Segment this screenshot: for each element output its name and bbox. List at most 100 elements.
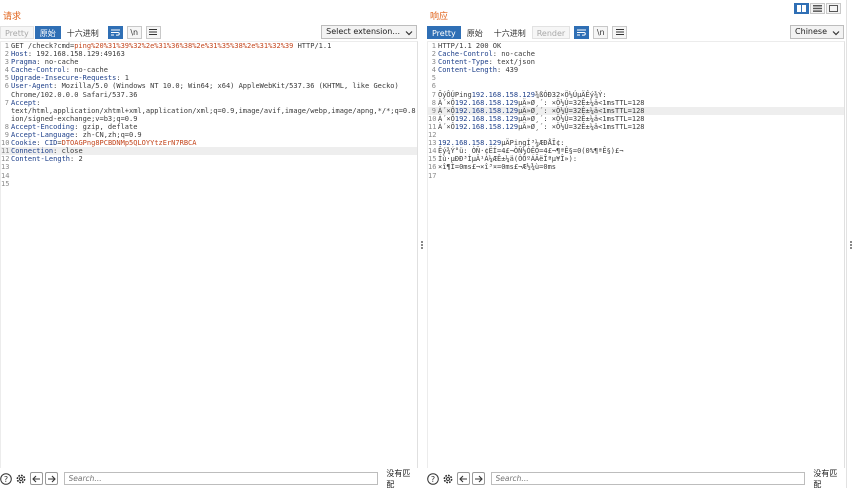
line-number: 9 bbox=[4, 131, 9, 140]
forward-arrow-icon[interactable] bbox=[44, 472, 58, 485]
line-number bbox=[1, 107, 9, 115]
wrap-lines-icon[interactable] bbox=[574, 25, 590, 39]
line-content: À´×Ô192.168.158.129µÄ»Ø¸´: ×Ö½Ú=32Ê±¼ä<1… bbox=[438, 107, 844, 115]
line-content: ×î¶Ì=0ms£¬×î³¤=0ms£¬Æ½¾ù=0ms bbox=[438, 163, 844, 171]
line-number: 8 bbox=[431, 98, 436, 107]
response-title: 响应 bbox=[430, 12, 449, 22]
line-content: ÕýÔÚPing192.168.158.129¾ßÓÐ32×Ö½ÚµÄÊý¾Ý: bbox=[438, 91, 844, 99]
request-editor[interactable]: 1 GET /check?cmd=ping%20%31%39%32%2e%31%3… bbox=[0, 41, 418, 468]
code-line: 1 GET /check?cmd=ping%20%31%39%32%2e%31%3… bbox=[1, 42, 417, 50]
line-number: 8 bbox=[4, 122, 9, 131]
code-token: CID bbox=[44, 139, 58, 148]
code-line: 8 Accept-Encoding: gzip, deflate bbox=[1, 123, 417, 131]
code-token: : no-cache bbox=[492, 50, 535, 59]
code-line: 1 HTTP/1.1 200 OK bbox=[428, 42, 844, 50]
request-title: 请求 bbox=[3, 12, 22, 22]
response-editor[interactable]: 1 HTTP/1.1 200 OK 2 Cache-Control: no-cache… bbox=[427, 41, 845, 468]
line-number: 5 bbox=[431, 74, 436, 83]
wrap-lines-icon[interactable] bbox=[107, 25, 123, 39]
code-token: Chrome/102.0.0.0 Safari/537.36 bbox=[11, 90, 138, 99]
request-tab-raw[interactable]: 原始 bbox=[34, 25, 61, 39]
code-token: µÄPingÍ³¼ÆÐÅÏ¢: bbox=[501, 139, 565, 148]
code-token: Cache-Control bbox=[11, 66, 66, 75]
line-content: Cache-Control: no-cache bbox=[11, 66, 417, 74]
code-token: µÄ»Ø¸´: ×Ö½Ú=32Ê±¼ä<1msTTL=128 bbox=[518, 114, 645, 123]
code-token: µÄ»Ø¸´: ×Ö½Ú=32Ê±¼ä<1msTTL=128 bbox=[518, 106, 645, 115]
response-tab-render[interactable]: Render bbox=[531, 25, 571, 39]
back-arrow-icon[interactable] bbox=[29, 472, 43, 485]
response-tab-pretty[interactable]: Pretty bbox=[427, 25, 461, 39]
charset-select-label: Chinese bbox=[795, 27, 827, 36]
code-token: : bbox=[36, 139, 45, 148]
code-token: 192.168.158.129 bbox=[471, 90, 535, 99]
code-token: ¾ßÓÐ32×Ö½ÚµÄÊý¾Ý: bbox=[534, 90, 607, 99]
code-token: : 2 bbox=[70, 155, 83, 164]
menu-icon[interactable] bbox=[145, 25, 161, 39]
line-number: 11 bbox=[428, 122, 437, 131]
settings-gear-icon[interactable] bbox=[442, 472, 455, 485]
line-number: 1 bbox=[431, 42, 436, 50]
side-panel-handle[interactable] bbox=[850, 241, 853, 249]
line-content: Cache-Control: no-cache bbox=[438, 50, 844, 58]
line-number: 13 bbox=[1, 163, 10, 172]
code-line: 14 bbox=[1, 172, 417, 180]
line-content: User-Agent: Mozilla/5.0 (Windows NT 10.0… bbox=[11, 82, 417, 90]
code-token: 192.168.158.129 bbox=[438, 139, 502, 148]
newline-icon[interactable]: \n bbox=[126, 25, 142, 39]
line-content: Accept-Language: zh-CN,zh;q=0.9 bbox=[11, 131, 417, 139]
code-line: 12 Content-Length: 2 bbox=[1, 155, 417, 163]
code-token: µÄ»Ø¸´: ×Ö½Ú=32Ê±¼ä<1msTTL=128 bbox=[518, 122, 645, 131]
help-icon[interactable]: ? bbox=[427, 472, 440, 485]
line-number: 13 bbox=[428, 139, 437, 148]
code-token: Content-Type bbox=[438, 58, 489, 67]
back-arrow-icon[interactable] bbox=[456, 472, 470, 485]
code-token: DTOAGPng8PCBDNMp5QLOYYtzErN7RBCA bbox=[61, 139, 197, 148]
code-line: 13 192.168.158.129µÄPingÍ³¼ÆÐÅÏ¢: bbox=[428, 139, 844, 147]
forward-arrow-icon[interactable] bbox=[471, 472, 485, 485]
line-content: Upgrade-Insecure-Requests: 1 bbox=[11, 74, 417, 82]
menu-icon[interactable] bbox=[612, 25, 628, 39]
response-tab-raw[interactable]: 原始 bbox=[462, 26, 488, 39]
code-token: : close bbox=[53, 147, 83, 156]
line-content: À´×Ô192.168.158.129µÄ»Ø¸´: ×Ö½Ú=32Ê±¼ä<1… bbox=[438, 99, 844, 107]
response-toolbar: Pretty 原始 十六进制 Render \n Chinese bbox=[427, 25, 845, 39]
code-line: 10 Cookie: CID=DTOAGPng8PCBDNMp5QLOYYtzEr… bbox=[1, 139, 417, 147]
line-content bbox=[438, 74, 844, 82]
code-token: : text/json bbox=[488, 58, 535, 67]
charset-select[interactable]: Chinese bbox=[790, 25, 844, 39]
code-line: 13 bbox=[1, 163, 417, 171]
code-token: User-Agent bbox=[11, 82, 54, 91]
request-search-input[interactable] bbox=[63, 472, 379, 485]
line-content: Pragma: no-cache bbox=[11, 58, 417, 66]
request-tab-hex[interactable]: 十六进制 bbox=[62, 26, 104, 39]
line-content bbox=[11, 172, 417, 180]
code-line: 3 Content-Type: text/json bbox=[428, 58, 844, 66]
request-toolbar: Pretty 原始 十六进制 \n Select extension... bbox=[0, 25, 418, 39]
code-token: 192.168.158.129 bbox=[454, 122, 519, 131]
code-token: À´×Ô bbox=[438, 106, 455, 115]
code-token: À´×Ô bbox=[438, 114, 455, 123]
code-line: 3 Pragma: no-cache bbox=[1, 58, 417, 66]
newline-icon[interactable]: \n bbox=[593, 25, 609, 39]
response-search-input[interactable] bbox=[490, 472, 806, 485]
help-icon[interactable]: ? bbox=[0, 472, 13, 485]
window-edge bbox=[846, 0, 847, 488]
code-token: 192.168.158.129 bbox=[454, 106, 519, 115]
line-number: 16 bbox=[428, 163, 437, 172]
code-token: HTTP/1.1 bbox=[293, 42, 332, 50]
code-line: 6 User-Agent: Mozilla/5.0 (Windows NT 10.… bbox=[1, 82, 417, 90]
line-number: 6 bbox=[4, 82, 9, 91]
code-line: 9 Accept-Language: zh-CN,zh;q=0.9 bbox=[1, 131, 417, 139]
settings-gear-icon[interactable] bbox=[15, 472, 28, 485]
line-content: À´×Ô192.168.158.129µÄ»Ø¸´: ×Ö½Ú=32Ê±¼ä<1… bbox=[438, 123, 844, 131]
response-tab-hex[interactable]: 十六进制 bbox=[489, 26, 531, 39]
line-number: 11 bbox=[1, 147, 10, 156]
request-tab-pretty[interactable]: Pretty bbox=[0, 25, 34, 39]
code-line: 2 Cache-Control: no-cache bbox=[428, 50, 844, 58]
code-token: Host bbox=[11, 50, 28, 59]
code-token: Content-Length bbox=[438, 66, 498, 75]
line-content bbox=[11, 180, 417, 188]
code-token: À´×Ô bbox=[438, 122, 455, 131]
extension-select[interactable]: Select extension... bbox=[321, 25, 417, 39]
pane-resize-handle[interactable] bbox=[421, 241, 424, 249]
